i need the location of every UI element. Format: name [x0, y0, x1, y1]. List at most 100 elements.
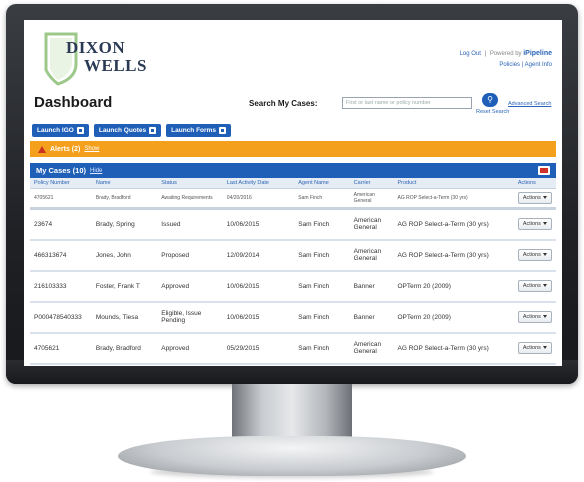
cases-panel-header: My Cases (10) Hide: [30, 163, 556, 178]
cell-date: 10/06/2015: [222, 270, 295, 303]
actions-dropdown[interactable]: Actions: [517, 218, 552, 231]
cell-product: OPTerm 20 (2009): [393, 270, 514, 303]
cases-table: Policy Number Name Status Last Activity …: [30, 178, 556, 365]
cell-product: AG ROP Select-a-Term (30 yrs): [393, 208, 514, 241]
cell-actions: Actions: [513, 332, 556, 365]
cell-actions: Actions: [513, 270, 556, 303]
table-row[interactable]: 466313674 Jones, John Proposed 12/09/201…: [30, 239, 556, 272]
cell-carrier: American General: [349, 188, 394, 210]
top-links: Log Out | Powered by iPipeline: [460, 50, 552, 57]
search-input[interactable]: First or last name or policy number: [342, 97, 472, 109]
cell-agent: Sam Finch: [294, 270, 350, 303]
table-row[interactable]: 216103333 Foster, Frank T Approved 10/06…: [30, 270, 556, 303]
launch-igo-label: Launch IGO: [37, 127, 74, 134]
separator: |: [484, 51, 487, 57]
column-header[interactable]: Name: [91, 178, 158, 189]
cell-name: Mounds, Tiesa: [91, 301, 158, 334]
launch-quotes-button[interactable]: Launch Quotes: [93, 124, 162, 137]
alerts-label: Alerts (2): [50, 145, 81, 153]
policies-link[interactable]: Policies: [499, 62, 520, 68]
actions-dropdown[interactable]: Actions: [517, 311, 552, 323]
actions-label: Actions: [522, 314, 541, 320]
external-link-icon: [76, 127, 84, 134]
cases-hide-link[interactable]: Hide: [90, 168, 102, 174]
cell-product: OPTerm 20 (2009): [393, 301, 514, 334]
column-header[interactable]: Policy Number: [30, 178, 92, 189]
actions-dropdown[interactable]: Actions: [517, 280, 552, 292]
column-header[interactable]: Status: [157, 178, 223, 189]
cell-date: 04/20/2016: [222, 188, 295, 210]
table-row[interactable]: 23674 Brady, Spring Issued 10/06/2015 Sa…: [30, 208, 556, 241]
cell-policy: 216103333: [30, 270, 92, 303]
actions-label: Actions: [522, 252, 541, 258]
cell-date: 12/09/2014: [222, 239, 295, 272]
cell-date: 10/06/2015: [222, 208, 295, 241]
cell-product: AG ROP Select-a-Term (30 yrs): [393, 332, 514, 365]
cell-status: Approved: [157, 332, 223, 365]
column-header[interactable]: Product: [393, 178, 514, 189]
cell-status: Awaiting Requirements: [157, 188, 223, 210]
cell-carrier: American General: [349, 332, 394, 365]
cell-carrier: American General: [349, 208, 394, 241]
column-header[interactable]: Agent Name: [294, 178, 350, 189]
cell-product: AG ROP Select-a-Term (30 yrs): [393, 188, 514, 210]
logo-text-line2: WELLS: [84, 56, 147, 75]
cell-name: Brady, Spring: [91, 208, 158, 241]
actions-label: Actions: [522, 283, 541, 289]
cell-policy: 466313674: [30, 239, 92, 272]
cell-agent: Sam Finch: [294, 301, 350, 334]
cell-date: 10/06/2015: [222, 301, 295, 334]
cell-status: Eligible, Issue Pending: [157, 301, 223, 334]
launch-forms-label: Launch Forms: [171, 127, 216, 134]
cell-status: Proposed: [157, 239, 223, 272]
table-row[interactable]: 4705621 Brady, Bradford Approved 05/29/2…: [30, 332, 556, 365]
cell-status: Approved: [157, 270, 223, 303]
actions-dropdown[interactable]: Actions: [517, 192, 552, 204]
advanced-search-link[interactable]: Advanced Search: [508, 101, 551, 107]
alerts-bar[interactable]: Alerts (2) Show: [30, 141, 556, 157]
cell-policy: 23674: [30, 208, 92, 241]
external-link-icon: [218, 127, 226, 134]
cell-actions: Actions: [513, 208, 556, 241]
cell-policy: P000478540333: [30, 301, 92, 334]
cell-product: AG ROP Select-a-Term (30 yrs): [393, 239, 514, 272]
top-links-row2: Policies | Agent Info: [499, 62, 552, 68]
warning-icon: [38, 145, 46, 153]
actions-dropdown[interactable]: Actions: [517, 342, 552, 354]
chevron-down-icon: [542, 346, 547, 350]
logout-link[interactable]: Log Out: [460, 51, 481, 57]
column-header[interactable]: Carrier: [349, 178, 394, 189]
monitor-stand-base: [118, 436, 466, 476]
chevron-down-icon: [542, 196, 547, 200]
launch-forms-button[interactable]: Launch Forms: [166, 124, 231, 137]
launch-quotes-label: Launch Quotes: [98, 127, 147, 134]
cell-agent: Sam Finch: [294, 332, 350, 365]
pdf-export-icon[interactable]: [538, 166, 550, 175]
powered-by-label: Powered by: [489, 51, 522, 57]
alerts-show-link[interactable]: Show: [84, 146, 99, 152]
chevron-down-icon: [542, 284, 547, 288]
search-button[interactable]: ⚲: [482, 93, 498, 107]
cell-carrier: Banner: [349, 301, 394, 334]
cell-carrier: Banner: [349, 270, 394, 303]
launch-igo-button[interactable]: Launch IGO: [32, 124, 89, 137]
cell-policy: 4705621: [30, 332, 92, 365]
actions-label: Actions: [522, 195, 541, 201]
table-row[interactable]: P000478540333 Mounds, Tiesa Eligible, Is…: [30, 301, 556, 334]
ipipeline-logo[interactable]: iPipeline: [523, 50, 552, 57]
logo[interactable]: DIXON WELLS: [36, 30, 156, 88]
cell-agent: Sam Finch: [294, 239, 350, 272]
cell-agent: Sam Finch: [294, 188, 350, 210]
agent-info-link[interactable]: Agent Info: [525, 62, 552, 68]
cell-actions: Actions: [513, 301, 556, 334]
search-icon: ⚲: [487, 95, 493, 104]
screen: DIXON WELLS Log Out | Powered by iPipeli…: [24, 20, 562, 366]
cell-name: Jones, John: [91, 239, 158, 272]
column-header[interactable]: Actions: [513, 178, 556, 189]
table-row[interactable]: 4705621 Brady, Bradford Awaiting Require…: [30, 188, 556, 210]
table-header-row: Policy Number Name Status Last Activity …: [30, 178, 556, 189]
reset-search-link[interactable]: Reset Search: [476, 109, 509, 115]
actions-dropdown[interactable]: Actions: [517, 249, 552, 261]
monitor-stand-neck: [232, 384, 352, 442]
column-header[interactable]: Last Activity Date: [222, 178, 295, 189]
